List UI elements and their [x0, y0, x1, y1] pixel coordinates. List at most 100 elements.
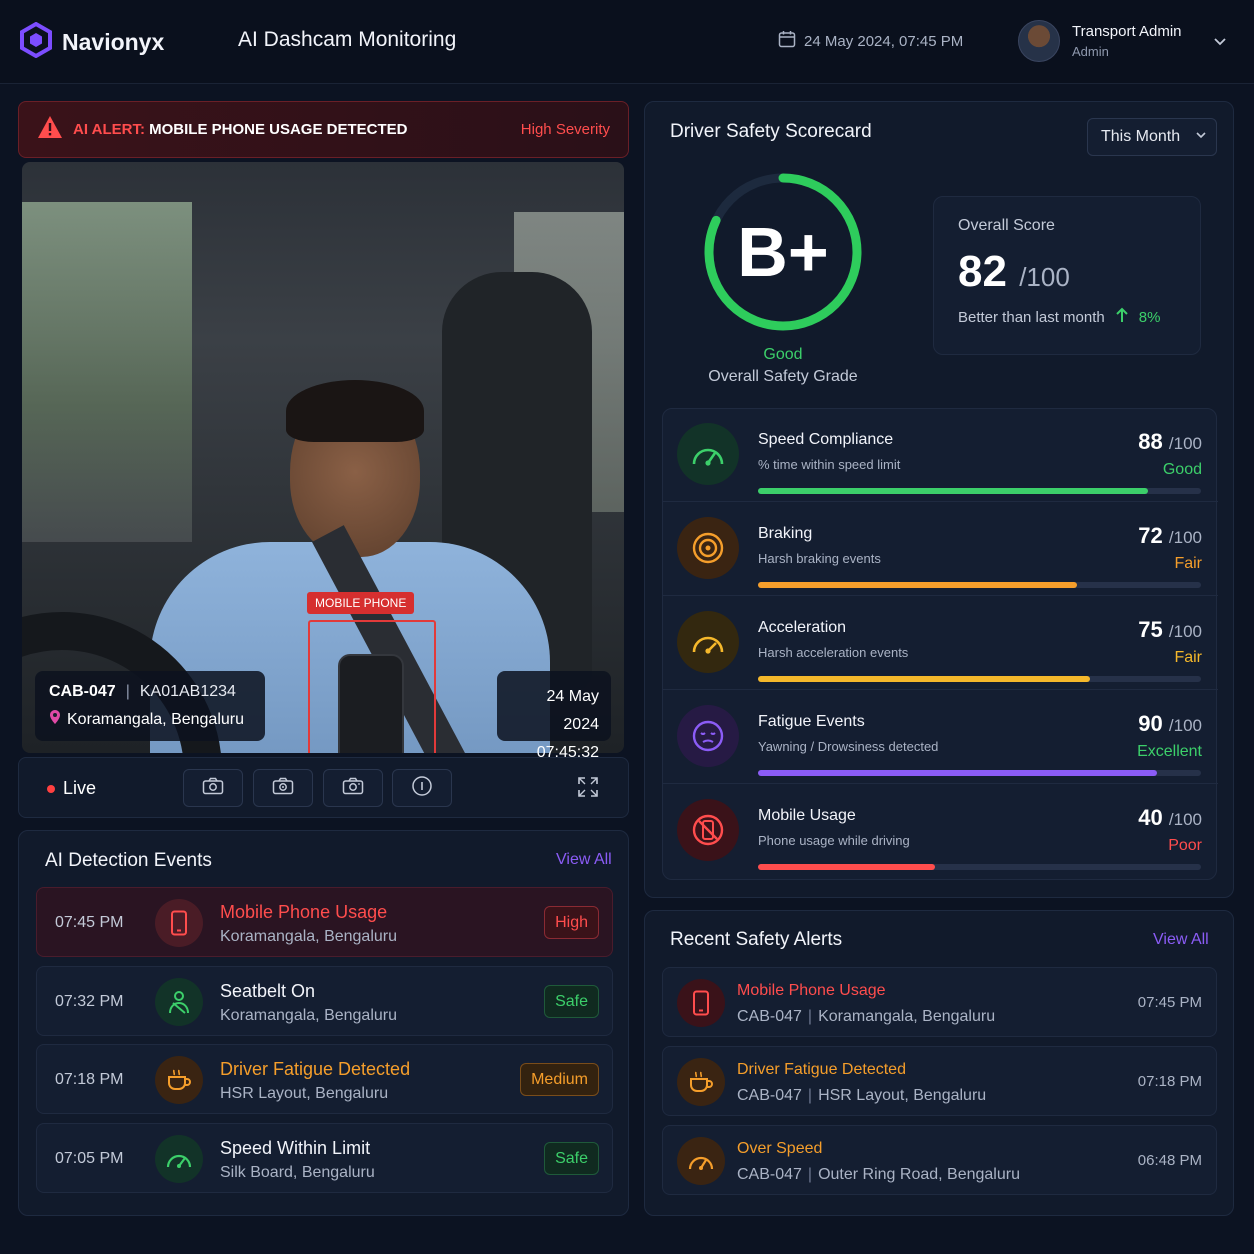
recent-alerts-title: Recent Safety Alerts: [670, 929, 843, 950]
event-row[interactable]: 07:32 PM Seatbelt On Koramangala, Bengal…: [36, 966, 613, 1036]
calendar-icon: [778, 30, 796, 52]
metric-score-max: /100: [1168, 716, 1202, 735]
alert-row[interactable]: Over Speed CAB-047 | Outer Ring Road, Beng…: [662, 1125, 1217, 1195]
user-name: Transport Admin: [1072, 23, 1182, 40]
alert-time: 07:45 PM: [1137, 994, 1202, 1011]
overall-score: 82 /100: [958, 247, 1176, 297]
metric-score-max: /100: [1168, 434, 1202, 453]
metric-rating: Excellent: [1137, 743, 1202, 760]
detection-label: MOBILE PHONE: [307, 592, 415, 614]
overall-comparison: Better than last month 8%: [958, 307, 1176, 327]
event-title: Driver Fatigue Detected: [220, 1059, 411, 1079]
overall-score-card: Overall Score 82 /100 Better than last m…: [933, 196, 1201, 355]
event-row[interactable]: 07:18 PM Driver Fatigue Detected HSR Lay…: [36, 1044, 613, 1114]
metric-progress-fill: [758, 676, 1091, 682]
arrow-up-icon: [1115, 307, 1129, 327]
event-location: Koramangala, Bengaluru: [220, 1007, 398, 1024]
metric-rating: Good: [1162, 461, 1202, 478]
snapshot-icon: [272, 777, 294, 800]
metric-score-max: /100: [1168, 622, 1202, 641]
metric-row[interactable]: Acceleration Harsh acceleration events 7…: [663, 597, 1218, 690]
camera-button[interactable]: [183, 769, 243, 807]
metric-row[interactable]: Mobile Usage Phone usage while driving 4…: [663, 785, 1218, 878]
metric-score: 72 /100: [1138, 523, 1202, 549]
coffee-icon: [677, 1058, 725, 1106]
metric-score-max: /100: [1168, 528, 1202, 547]
metric-progress-track: [758, 488, 1201, 494]
metric-score-value: 72: [1138, 523, 1163, 548]
hexagon-logo-icon: [20, 21, 52, 63]
feed-controls: Live: [18, 757, 629, 818]
metric-title: Speed Compliance: [758, 431, 894, 448]
comparison-delta: 8%: [1138, 308, 1161, 326]
live-label: Live: [63, 778, 97, 798]
user-menu[interactable]: Transport Admin Admin: [1018, 20, 1182, 62]
speedometer-icon: [677, 1137, 725, 1185]
live-indicator[interactable]: Live: [47, 778, 96, 799]
phone-icon: [677, 979, 725, 1027]
info-button[interactable]: [392, 769, 452, 807]
phone-icon: [677, 799, 739, 861]
grade-label: Overall Safety Grade: [708, 368, 858, 385]
chevron-down-icon[interactable]: [1212, 33, 1228, 54]
metric-progress-fill: [758, 488, 1148, 494]
alert-vehicle: CAB-047: [737, 1008, 802, 1025]
period-label: This Month: [1101, 128, 1181, 145]
metric-row[interactable]: Fatigue Events Yawning / Drowsiness dete…: [663, 691, 1218, 784]
separator: |: [125, 683, 130, 700]
overall-score-max: /100: [1019, 262, 1070, 292]
alert-details: CAB-047 | HSR Layout, Bengaluru: [737, 1087, 986, 1105]
dashcam-feed[interactable]: MOBILE PHONE: [22, 162, 624, 753]
events-title: AI Detection Events: [45, 850, 212, 871]
recent-view-all-link[interactable]: View All: [1153, 931, 1209, 949]
brake-disc-icon: [677, 517, 739, 579]
metric-score-value: 40: [1138, 805, 1163, 830]
metric-title: Mobile Usage: [758, 807, 856, 824]
fullscreen-icon[interactable]: [577, 776, 599, 803]
seatbelt-icon: [155, 978, 203, 1026]
period-select[interactable]: This Month: [1087, 118, 1217, 156]
speedometer-icon: [155, 1135, 203, 1183]
alert-details: CAB-047 | Outer Ring Road, Bengaluru: [737, 1166, 1020, 1184]
ai-alert-banner[interactable]: AI ALERT: MOBILE PHONE USAGE DETECTED Hi…: [18, 101, 629, 158]
alert-title: Over Speed: [737, 1140, 823, 1157]
driver-safety-scorecard: Driver Safety Scorecard This Month B+ Go…: [644, 101, 1234, 898]
user-role: Admin: [1072, 44, 1109, 59]
grade-word: Good: [763, 346, 803, 363]
avatar: [1018, 20, 1060, 62]
metric-progress-fill: [758, 864, 936, 870]
events-view-all-link[interactable]: View All: [556, 851, 612, 869]
metric-title: Braking: [758, 525, 813, 542]
overall-score-label: Overall Score: [958, 217, 1055, 234]
event-row[interactable]: 07:45 PM Mobile Phone Usage Koramangala,…: [36, 887, 613, 957]
alert-prefix: AI ALERT:: [73, 121, 145, 138]
event-location: Koramangala, Bengaluru: [220, 928, 398, 945]
event-row[interactable]: 07:05 PM Speed Within Limit Silk Board, …: [36, 1123, 613, 1193]
gauge-icon: [677, 611, 739, 673]
alert-row[interactable]: Driver Fatigue Detected CAB-047 | HSR Layo…: [662, 1046, 1217, 1116]
alert-vehicle: CAB-047: [737, 1166, 802, 1183]
alert-title: Driver Fatigue Detected: [737, 1061, 906, 1078]
status-badge: Safe: [544, 1142, 599, 1175]
metric-score-value: 88: [1138, 429, 1163, 454]
alert-severity: High Severity: [520, 121, 610, 138]
metric-subtitle: Harsh acceleration events: [758, 645, 909, 660]
grade-ring: B+: [701, 170, 865, 334]
metric-progress-track: [758, 864, 1201, 870]
top-bar: Navionyx AI Dashcam Monitoring 24 May 20…: [0, 0, 1254, 84]
separator: |: [807, 1166, 813, 1183]
live-dot-icon: [47, 784, 55, 793]
metric-row[interactable]: Speed Compliance % time within speed lim…: [663, 409, 1218, 502]
camera-icon: [202, 777, 224, 800]
metric-score: 75 /100: [1138, 617, 1202, 643]
metric-row[interactable]: Braking Harsh braking events 72 /100 Fai…: [663, 503, 1218, 596]
metric-list: Speed Compliance % time within speed lim…: [662, 408, 1218, 880]
snapshot-button[interactable]: [253, 769, 313, 807]
grade-letter: B+: [737, 213, 829, 291]
brand[interactable]: Navionyx: [20, 21, 164, 63]
alert-row[interactable]: Mobile Phone Usage CAB-047 | Koramangala, …: [662, 967, 1217, 1037]
video-button[interactable]: [323, 769, 383, 807]
overall-score-value: 82: [958, 247, 1007, 296]
coffee-icon: [155, 1056, 203, 1104]
metric-progress-fill: [758, 770, 1157, 776]
